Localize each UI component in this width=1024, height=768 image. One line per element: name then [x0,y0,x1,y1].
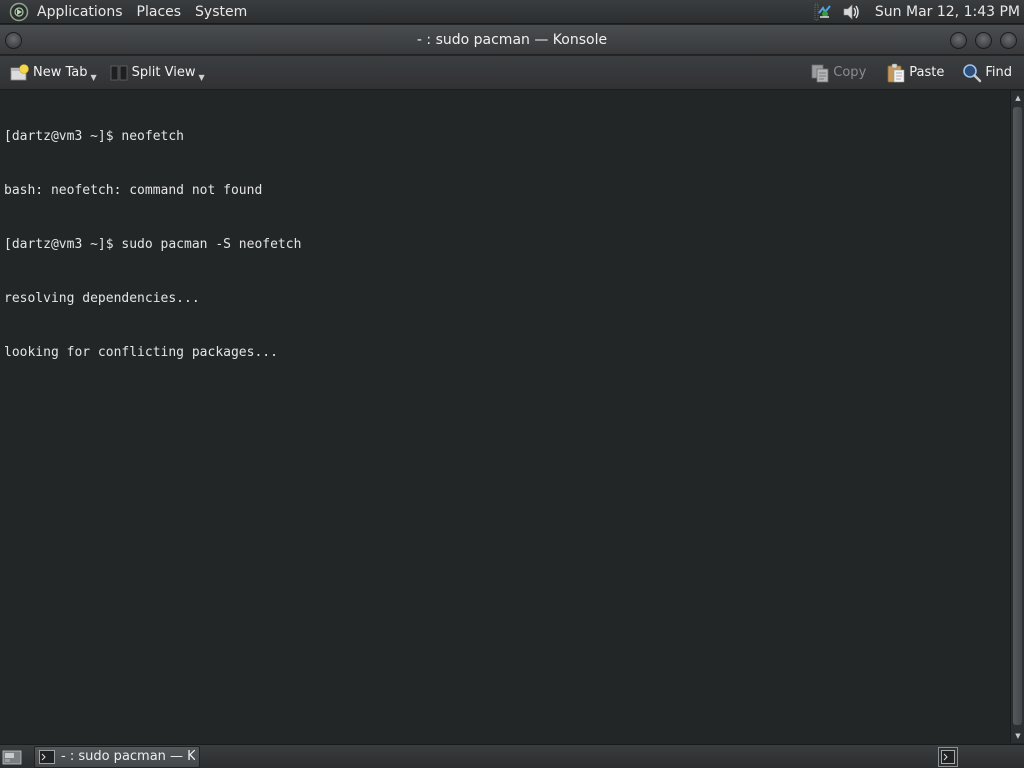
terminal-line: [dartz@vm3 ~]$ neofetch [4,129,185,144]
workspace-switcher[interactable] [938,746,958,767]
system-menu[interactable]: System [188,0,254,24]
new-tab-dropdown-arrow[interactable]: ▼ [91,73,97,82]
speaker-icon[interactable] [841,2,861,22]
copy-button[interactable]: Copy [804,59,872,87]
vertical-scrollbar[interactable]: ▲ ▼ [1010,91,1024,743]
find-button[interactable]: Find [956,59,1018,87]
paste-label: Paste [909,65,945,80]
new-tab-label: New Tab [33,65,88,80]
split-view-icon [109,63,129,83]
split-view-label: Split View [131,65,196,80]
terminal-line: looking for conflicting packages... [4,345,278,360]
split-view-button[interactable]: Split View ▼ [103,59,211,87]
scrollbar-thumb[interactable] [1013,107,1022,725]
minimize-button[interactable] [950,32,967,49]
copy-icon [810,63,830,83]
window-menu-button[interactable] [5,32,22,49]
network-icon[interactable] [813,2,833,22]
split-view-dropdown-arrow[interactable]: ▼ [198,73,204,82]
show-desktop-icon[interactable] [0,745,24,768]
maximize-button[interactable] [975,32,992,49]
close-button[interactable] [1000,32,1017,49]
clock[interactable]: Sun Mar 12, 1:43 PM [865,4,1024,20]
terminal-line: [dartz@vm3 ~]$ sudo pacman -S neofetch [4,237,302,252]
applications-menu-icon[interactable] [8,1,30,23]
magnifier-icon [962,63,982,83]
scroll-up-arrow[interactable]: ▲ [1011,91,1024,105]
find-label: Find [985,65,1012,80]
terminal-output[interactable]: [dartz@vm3 ~]$ neofetch bash: neofetch: … [0,91,1010,743]
toolbar: New Tab ▼ Split View ▼ Copy Paste Find [0,56,1024,90]
copy-label: Copy [833,65,867,80]
window-titlebar[interactable]: - : sudo pacman — Konsole [0,25,1024,55]
scroll-down-arrow[interactable]: ▼ [1011,729,1024,743]
new-tab-icon [10,63,30,83]
top-panel: Applications Places System Sun Mar 12, 1… [0,0,1024,24]
terminal-icon [941,749,955,764]
new-tab-button[interactable]: New Tab ▼ [4,59,103,87]
taskbar-window-button[interactable]: - : sudo pacman — K... [34,745,200,768]
taskbar-window-label: - : sudo pacman — K... [61,749,195,764]
window-title: - : sudo pacman — Konsole [416,31,608,48]
terminal-line: bash: neofetch: command not found [4,183,263,198]
clipboard-icon [886,63,906,83]
places-menu[interactable]: Places [130,0,189,24]
paste-button[interactable]: Paste [880,59,950,87]
bottom-panel: - : sudo pacman — K... [0,744,1024,768]
applications-menu[interactable]: Applications [30,0,130,24]
terminal-icon [39,749,55,765]
terminal-line: resolving dependencies... [4,291,200,306]
